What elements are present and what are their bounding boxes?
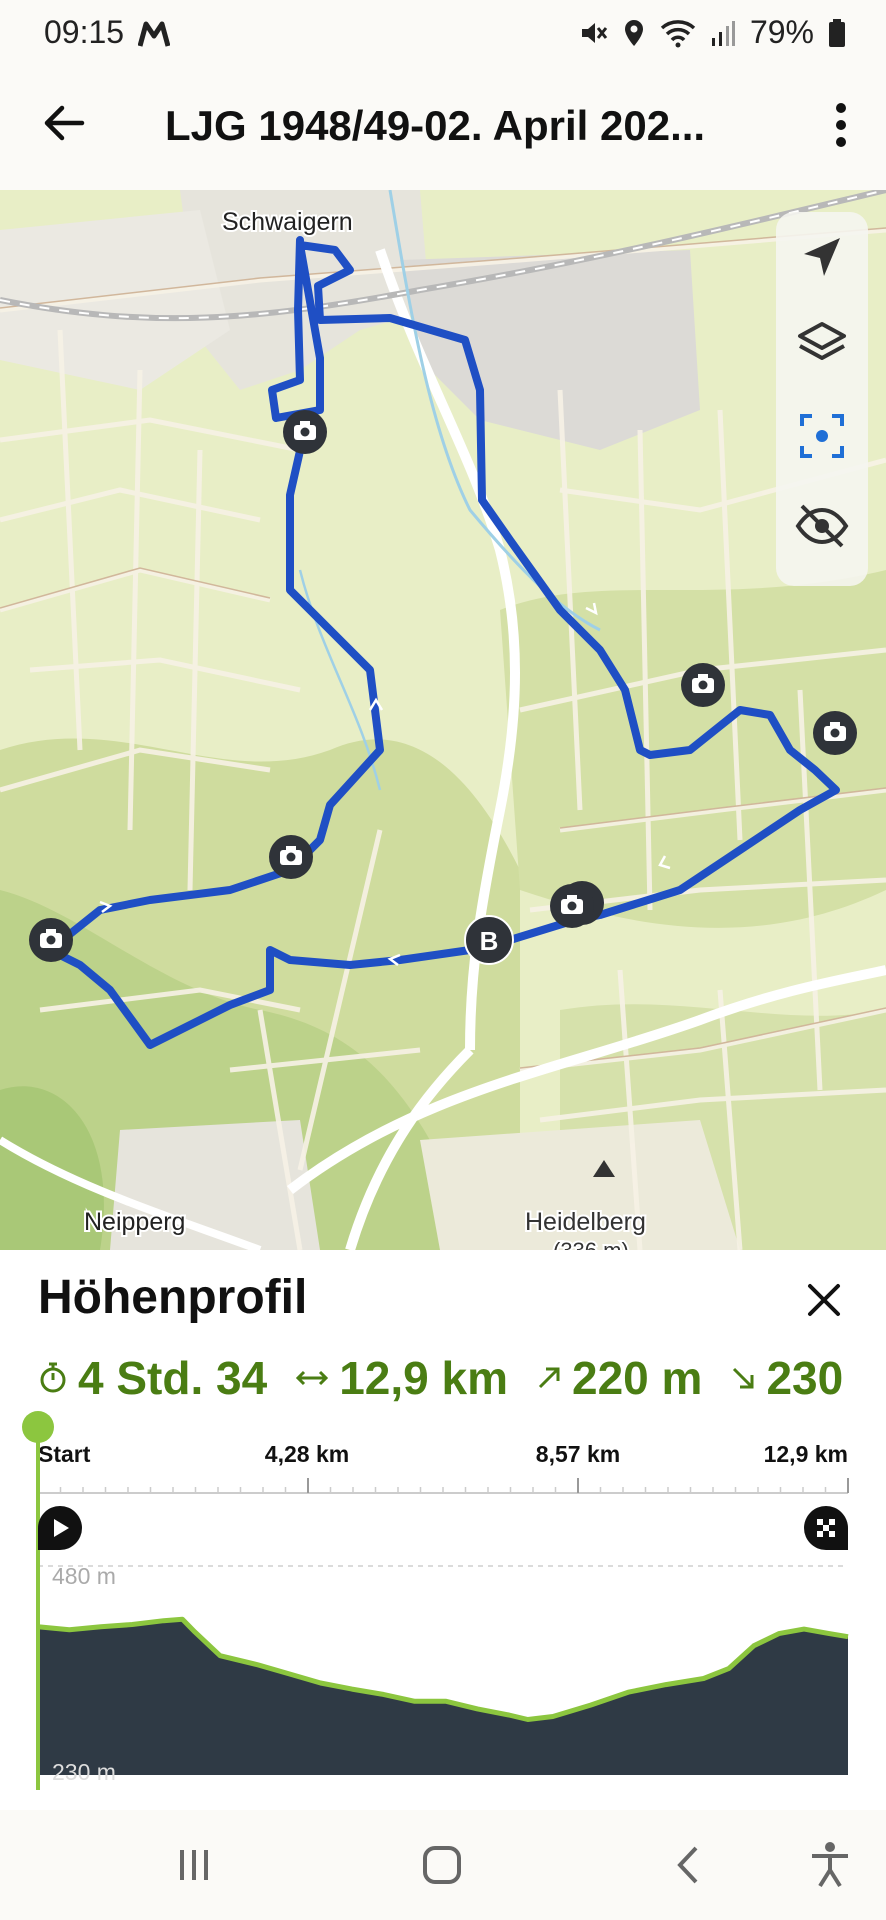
elevation-profile-chart[interactable]: Start 4,28 km 8,57 km 12,9 km 480 m 230 … [0, 1410, 886, 1810]
stats-row: 4 Std. 34 12,9 km 220 m 230 [38, 1348, 871, 1408]
recent-apps-icon[interactable] [164, 1840, 224, 1890]
back-icon[interactable] [660, 1840, 720, 1890]
status-icons: 79% [578, 14, 846, 51]
ascent-value: 220 m [572, 1352, 703, 1404]
page-title: LJG 1948/49-02. April 202... [165, 102, 706, 149]
app-bar: LJG 1948/49-02. April 202... [0, 70, 886, 190]
duration-value: 4 Std. 34 [78, 1352, 268, 1404]
descent-value: 230 [766, 1352, 844, 1404]
photo-marker[interactable] [550, 884, 594, 928]
map-view[interactable]: B Schwaigern Neipperg Heidelberg (336 m) [0, 190, 886, 1250]
x-axis-ticks [37, 1478, 849, 1493]
start-flag-icon [38, 1506, 82, 1550]
x-tick-label: 8,57 km [536, 1441, 620, 1467]
map-controls [776, 212, 868, 586]
photo-marker[interactable] [681, 663, 725, 707]
accessibility-icon[interactable] [800, 1840, 860, 1890]
signal-icon [711, 20, 735, 46]
navigate-icon[interactable] [792, 228, 852, 288]
stat-distance: 12,9 km [295, 1351, 508, 1405]
mute-icon [581, 22, 608, 43]
map-label-heidelberg: Heidelberg [525, 1208, 646, 1236]
status-time: 09:15 [44, 14, 125, 50]
stat-descent: 230 [730, 1351, 843, 1405]
layers-icon[interactable] [792, 316, 852, 376]
stat-duration: 4 Std. 34 [38, 1351, 267, 1405]
photo-marker[interactable] [29, 918, 73, 962]
more-vertical-icon[interactable] [826, 100, 856, 150]
map-label-neipperg: Neipperg [84, 1208, 185, 1236]
system-nav-bar [0, 1810, 886, 1920]
elevation-area [38, 1619, 848, 1775]
y-tick-label-bottom: 230 m [52, 1759, 116, 1785]
x-tick-label: Start [38, 1441, 91, 1467]
wifi-icon [660, 19, 696, 47]
y-tick-label-top: 480 m [52, 1563, 116, 1589]
stopwatch-icon [40, 1362, 66, 1393]
close-icon[interactable] [800, 1276, 848, 1324]
photo-marker[interactable] [283, 410, 327, 454]
finish-flag-icon [804, 1506, 848, 1550]
map-label-schwaigern: Schwaigern [222, 208, 353, 236]
arrow-left-icon[interactable] [40, 98, 90, 148]
sheet-title: Höhenprofil [38, 1271, 308, 1324]
position-cursor-handle[interactable] [22, 1411, 54, 1443]
x-tick-label: 4,28 km [265, 1441, 349, 1467]
distance-arrows-icon [296, 1370, 329, 1386]
ascent-arrow-icon [538, 1367, 560, 1389]
photo-marker[interactable] [269, 835, 313, 879]
visibility-off-icon[interactable] [792, 496, 852, 556]
map-canvas[interactable]: B Schwaigern Neipperg Heidelberg (336 m) [0, 190, 886, 1250]
location-icon [624, 19, 643, 46]
app-m-icon [138, 21, 170, 47]
waypoint-b-label: B [480, 926, 499, 956]
distance-value: 12,9 km [339, 1352, 508, 1404]
x-tick-label: 12,9 km [764, 1441, 848, 1467]
elevation-sheet: Höhenprofil 4 Std. 34 12,9 km 220 m 230 … [0, 1250, 886, 1810]
descent-arrow-icon [733, 1367, 754, 1389]
waypoint-b-marker[interactable]: B [464, 915, 514, 965]
map-label-elevation: (336 m) [553, 1238, 629, 1250]
photo-marker[interactable] [813, 711, 857, 755]
battery-icon [829, 18, 845, 47]
stat-ascent: 220 m [536, 1351, 702, 1405]
home-icon[interactable] [412, 1840, 472, 1890]
status-bar: 09:15 79% [0, 0, 886, 70]
battery-percent: 79% [749, 14, 814, 50]
focus-icon[interactable] [792, 406, 852, 466]
